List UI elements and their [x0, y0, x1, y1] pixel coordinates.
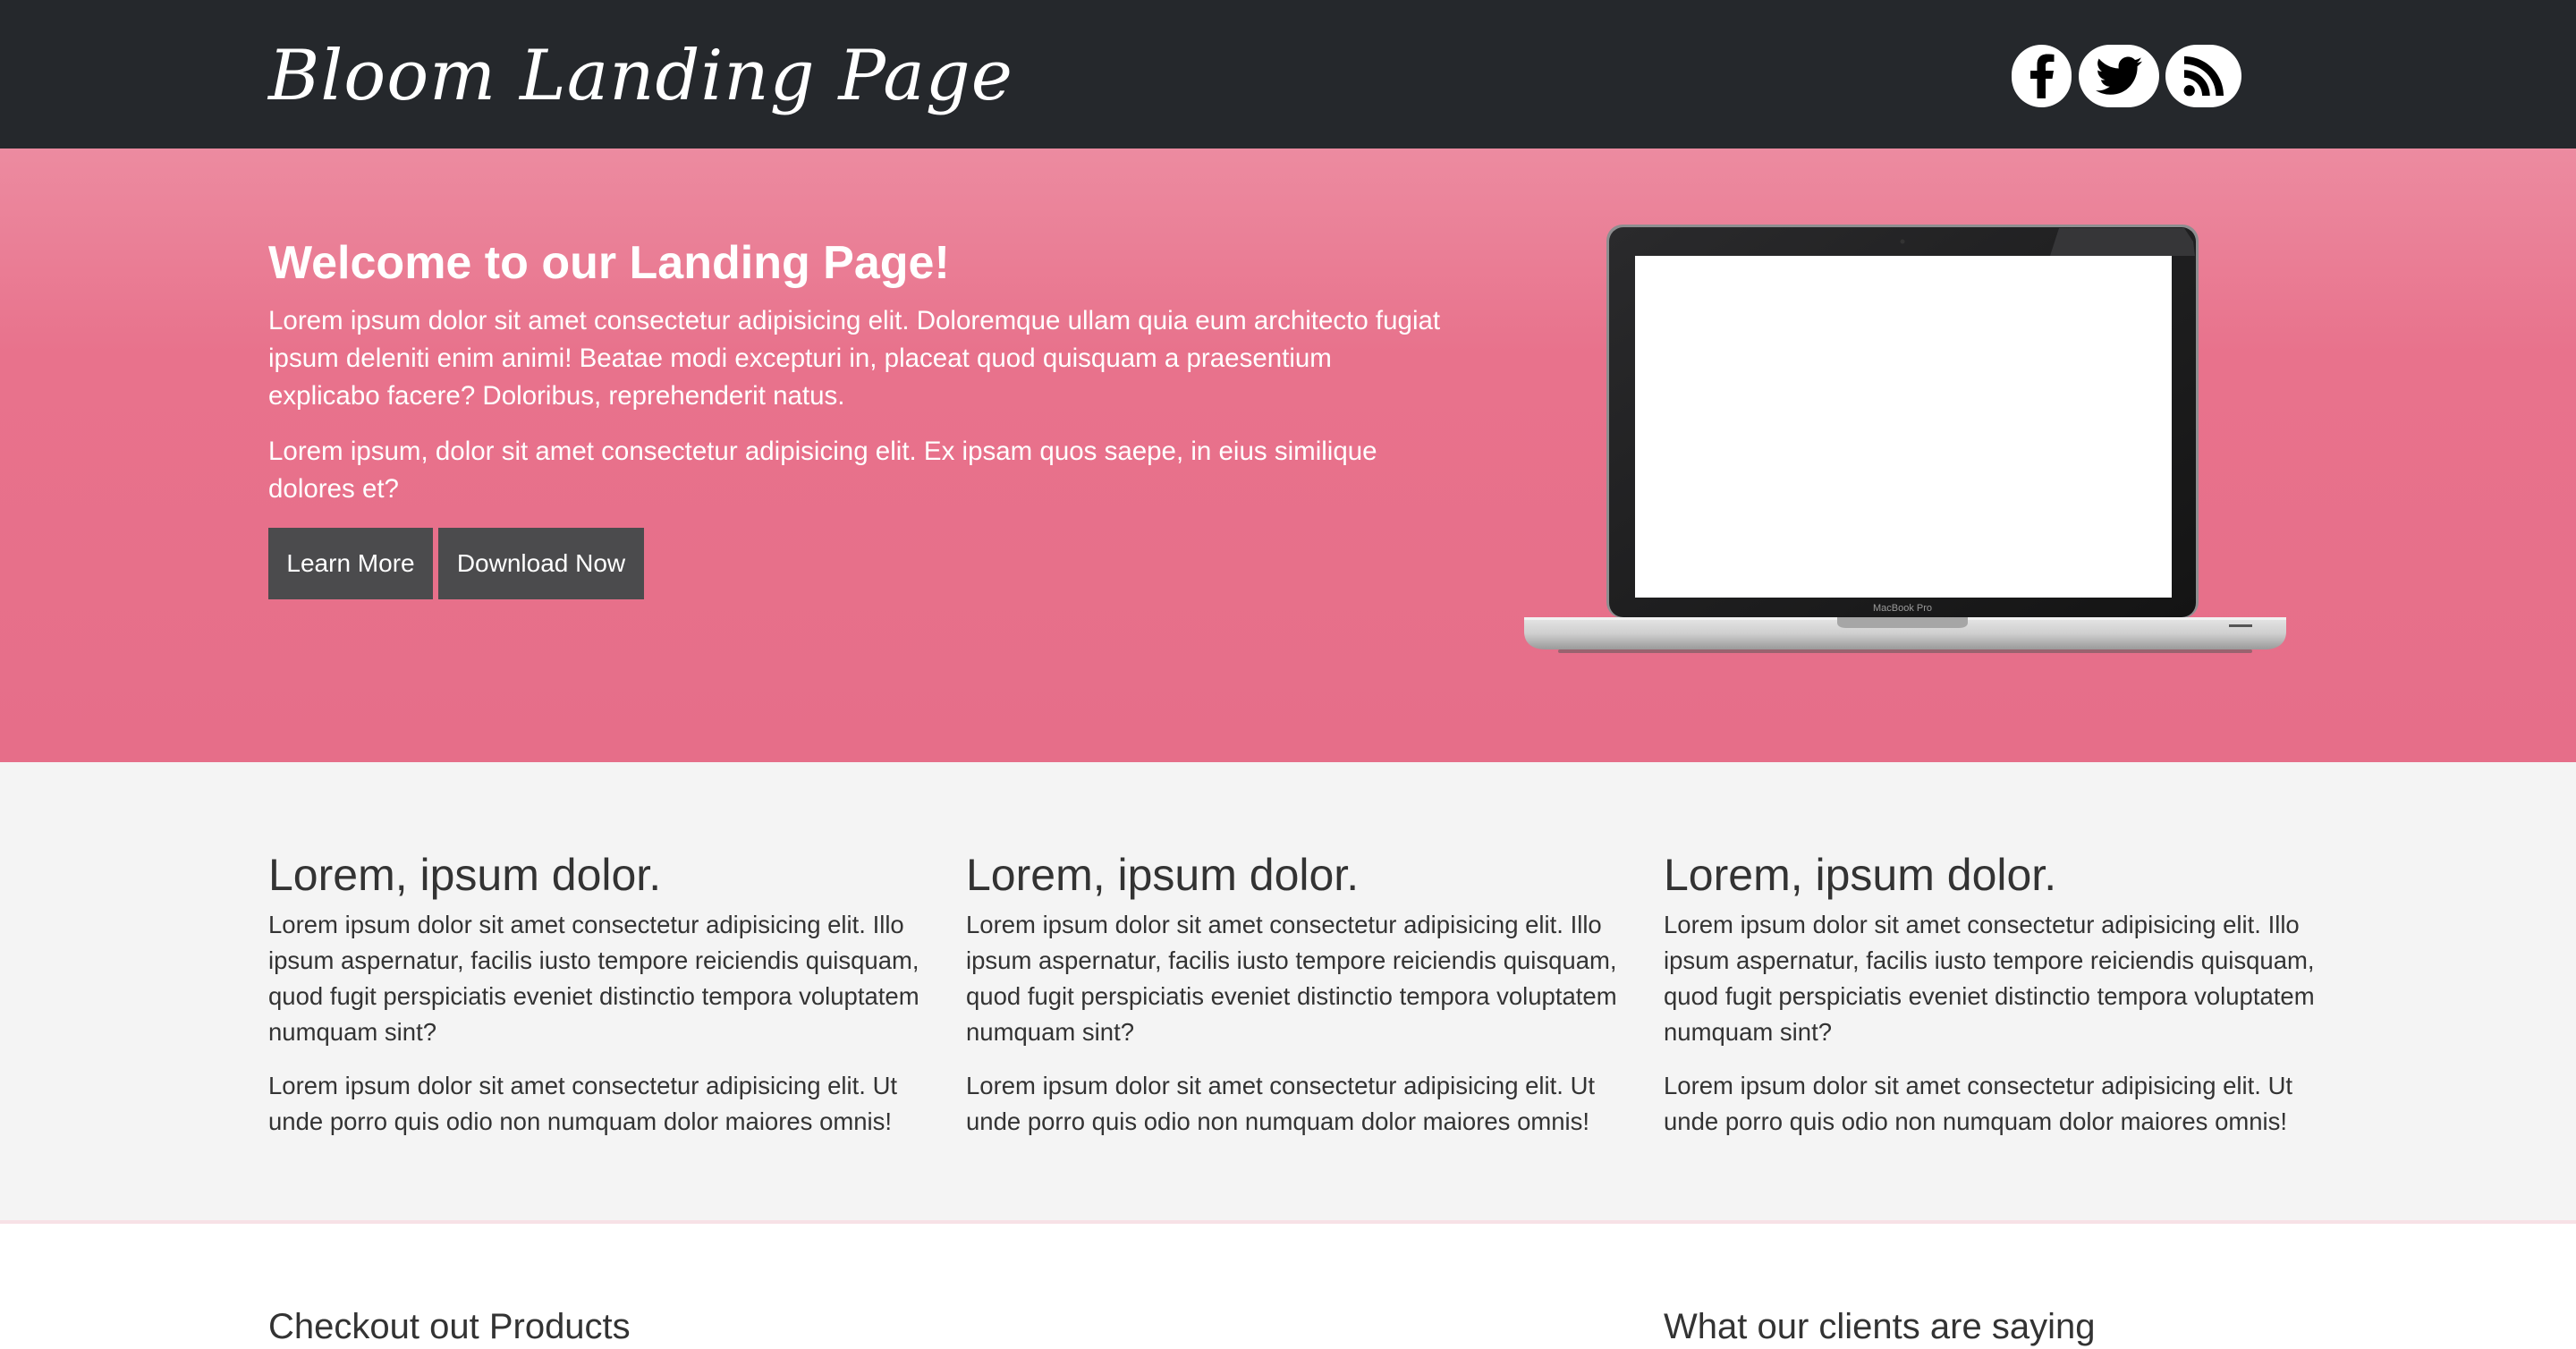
- hero-title: Welcome to our Landing Page!: [268, 237, 950, 289]
- bottom-section: Checkout out Products What our clients a…: [0, 1224, 2576, 1346]
- clients-heading: What our clients are saying: [1664, 1307, 2096, 1346]
- hero-paragraph: Lorem ipsum dolor sit amet consectetur a…: [268, 306, 1441, 411]
- feature-column: Lorem, ipsum dolor. Lorem ipsum dolor si…: [1664, 848, 2326, 1140]
- hero-section: Welcome to our Landing Page! Lorem ipsum…: [0, 148, 2576, 762]
- twitter-link[interactable]: [2079, 45, 2159, 107]
- products-heading: Checkout out Products: [268, 1307, 631, 1346]
- feature-column: Lorem, ipsum dolor. Lorem ipsum dolor si…: [966, 848, 1628, 1140]
- hero-paragraph: Lorem ipsum, dolor sit amet consectetur …: [268, 437, 1377, 504]
- facebook-icon: [2029, 54, 2054, 98]
- facebook-link[interactable]: [2012, 45, 2072, 107]
- feature-title: Lorem, ipsum dolor.: [1664, 850, 2057, 900]
- feature-paragraph: Lorem ipsum dolor sit amet consectetur a…: [966, 1072, 1596, 1135]
- laptop-label: MacBook Pro: [1873, 603, 1932, 614]
- learn-more-button[interactable]: Learn More: [268, 528, 433, 599]
- laptop-image: MacBook Pro: [1524, 225, 2286, 653]
- rss-icon: [2183, 55, 2224, 97]
- features-section: Lorem, ipsum dolor. Lorem ipsum dolor si…: [0, 762, 2576, 1224]
- download-now-button[interactable]: Download Now: [438, 528, 644, 599]
- feature-title: Lorem, ipsum dolor.: [268, 850, 662, 900]
- feature-paragraph: Lorem ipsum dolor sit amet consectetur a…: [966, 911, 1617, 1046]
- feature-title: Lorem, ipsum dolor.: [966, 850, 1360, 900]
- feature-paragraph: Lorem ipsum dolor sit amet consectetur a…: [1664, 911, 2315, 1046]
- feature-paragraph: Lorem ipsum dolor sit amet consectetur a…: [1664, 1072, 2293, 1135]
- site-logo[interactable]: Bloom Landing Page: [268, 27, 1013, 125]
- feature-paragraph: Lorem ipsum dolor sit amet consectetur a…: [268, 1072, 898, 1135]
- rss-link[interactable]: [2165, 45, 2241, 107]
- site-header: Bloom Landing Page: [0, 0, 2576, 148]
- feature-paragraph: Lorem ipsum dolor sit amet consectetur a…: [268, 911, 919, 1046]
- twitter-icon: [2096, 56, 2142, 95]
- feature-column: Lorem, ipsum dolor. Lorem ipsum dolor si…: [268, 848, 930, 1140]
